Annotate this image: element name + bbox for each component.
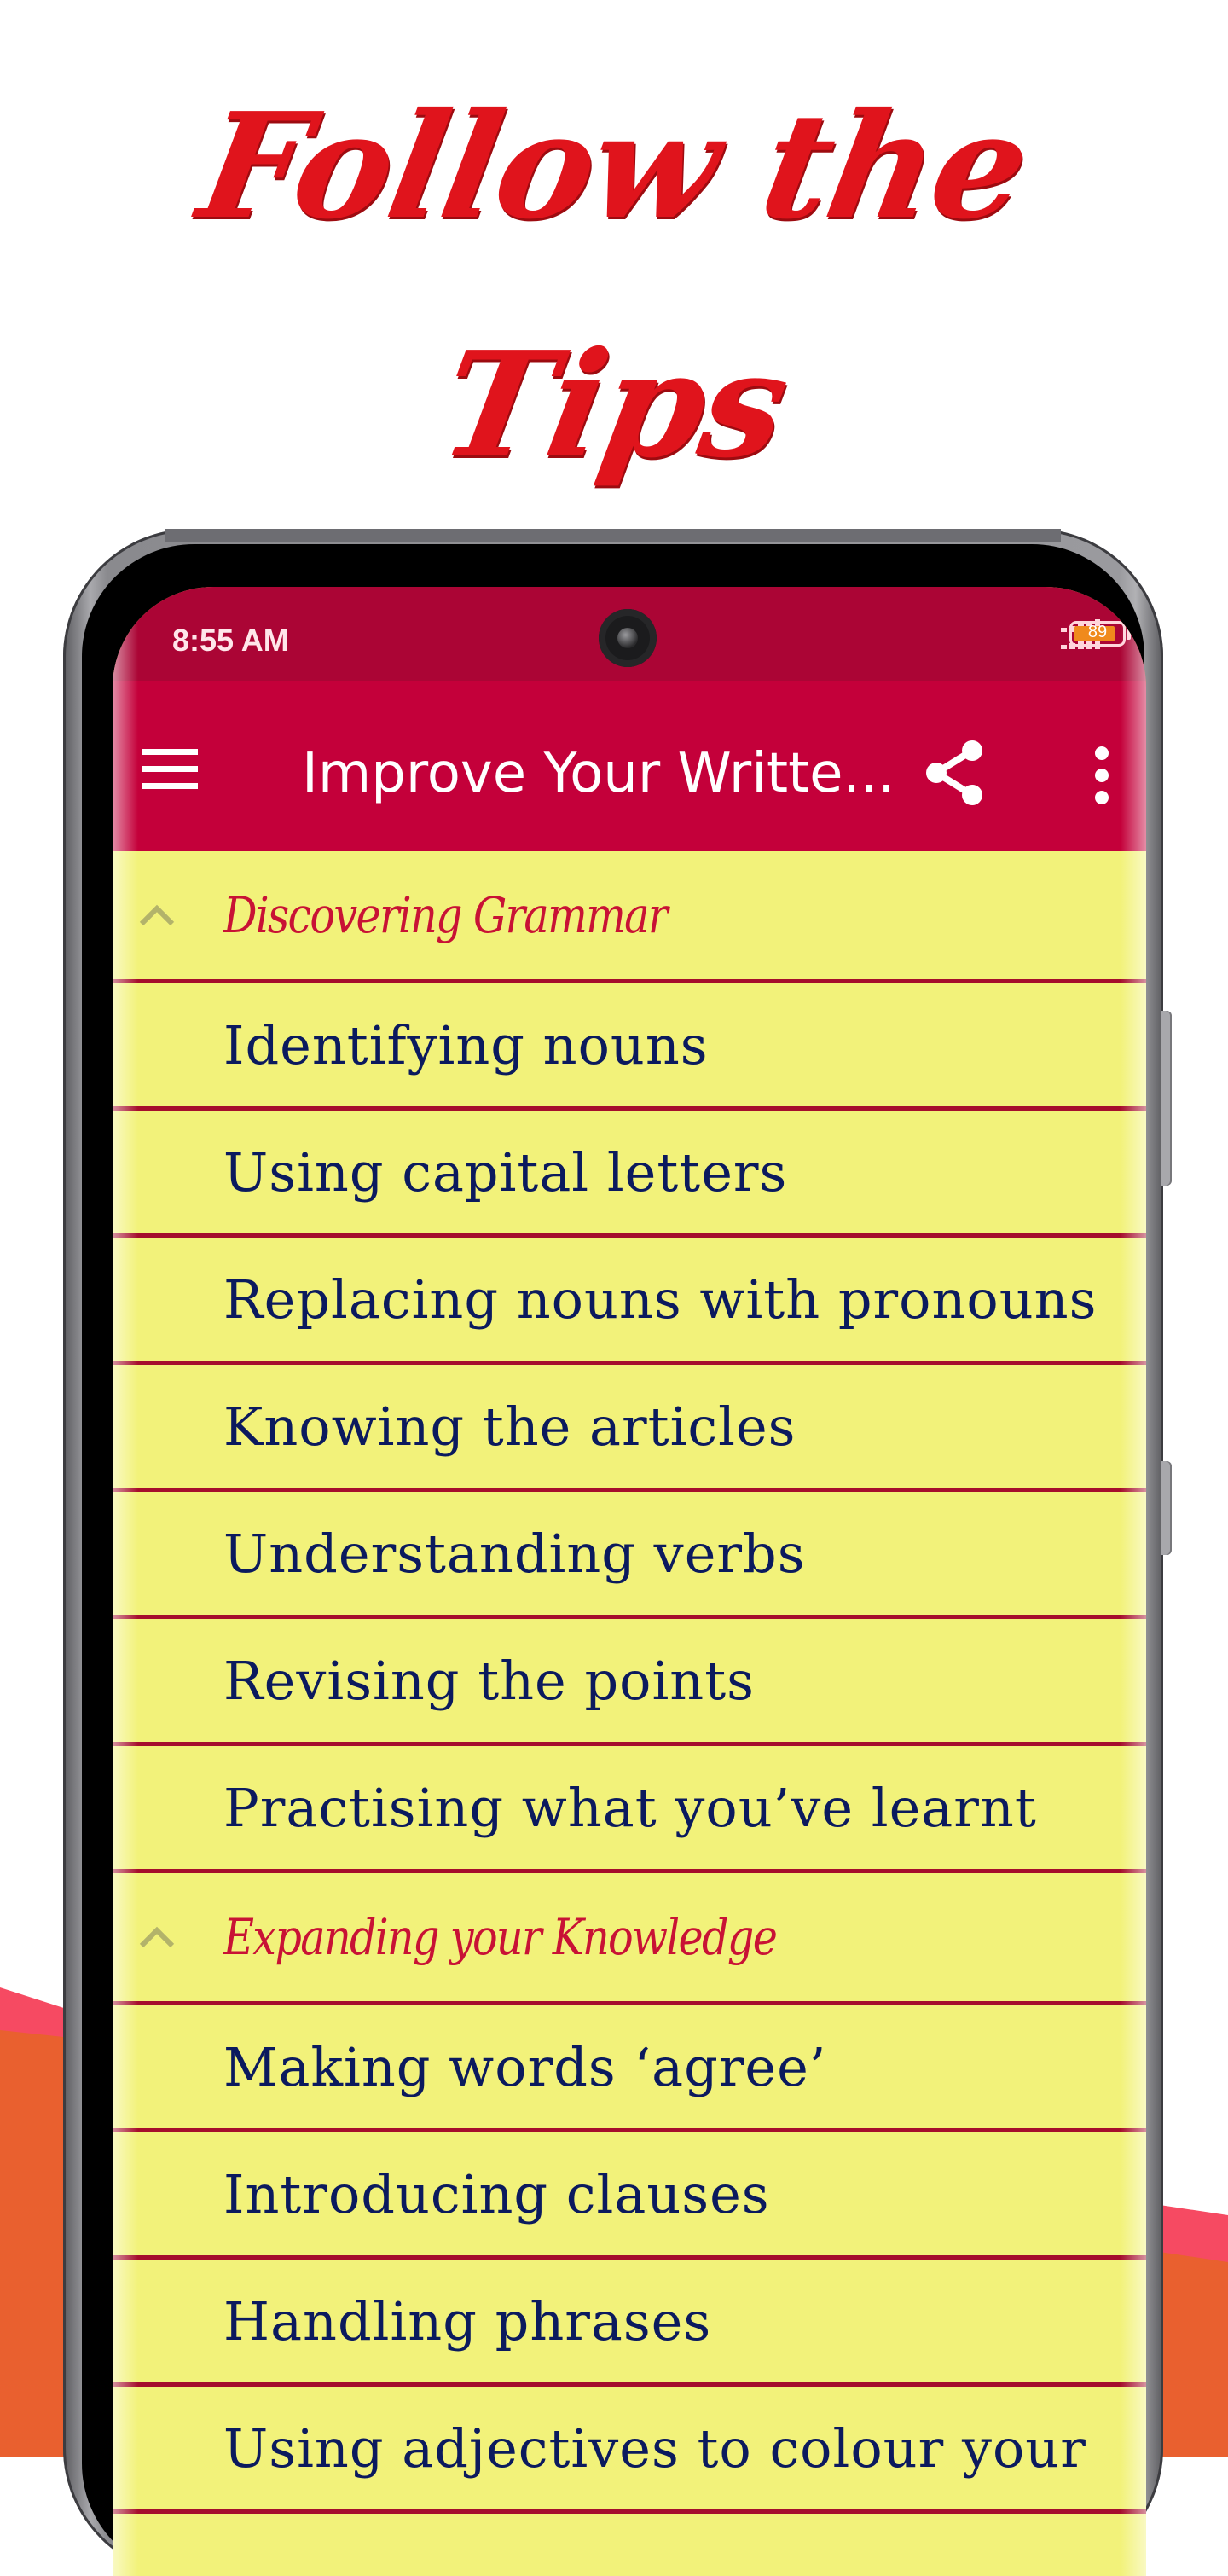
list-item[interactable]: Practising what you’ve learnt <box>113 1746 1146 1873</box>
list-item[interactable]: Revising the points <box>113 1619 1146 1746</box>
section-header[interactable]: Expanding your Knowledge <box>113 1873 1146 2005</box>
list-item-label: Using adjectives to colour your <box>223 2416 1086 2480</box>
list-item-label: Replacing nouns with pronouns <box>223 1268 1098 1331</box>
list-item[interactable]: Introducing clauses <box>113 2132 1146 2260</box>
app-bar: Improve Your Writte... <box>113 681 1146 851</box>
battery-icon: 89 <box>1069 621 1126 647</box>
phone-frame: 8:55 AM 89 Improve Your Writte... Discov… <box>63 529 1172 2576</box>
list-item[interactable]: Knowing the articles <box>113 1365 1146 1492</box>
promo-headline-line1: Follow the <box>188 81 1040 252</box>
list-item-label: Handling phrases <box>223 2289 712 2353</box>
more-vertical-icon[interactable] <box>1093 746 1110 805</box>
list-item-label: Identifying nouns <box>223 1013 709 1076</box>
chevron-up-icon[interactable] <box>138 903 176 927</box>
list-item[interactable]: Using capital letters <box>113 1111 1146 1238</box>
volume-button <box>1161 1011 1172 1186</box>
list-item-label: Revising the points <box>223 1649 755 1712</box>
list-item[interactable]: Understanding verbs <box>113 1492 1146 1619</box>
list-item[interactable]: Using adjectives to colour your <box>113 2387 1146 2514</box>
status-time: 8:55 AM <box>172 623 289 658</box>
list-item-label: Making words ‘agree’ <box>223 2035 827 2098</box>
promo-headline-line2: Tips <box>429 320 799 490</box>
front-camera <box>599 609 657 667</box>
list-item[interactable]: Identifying nouns <box>113 983 1146 1111</box>
section-header[interactable]: Discovering Grammar <box>113 851 1146 983</box>
list-item-label: Practising what you’ve learnt <box>223 1776 1037 1839</box>
phone-top-edge <box>165 529 1061 542</box>
list-item[interactable]: Handling phrases <box>113 2260 1146 2387</box>
expandable-list: Discovering Grammar Identifying nouns Usin… <box>113 851 1146 2514</box>
chevron-up-icon[interactable] <box>138 1925 176 1949</box>
status-bar: 8:55 AM 89 <box>113 587 1146 681</box>
bg-orange-band-right <box>1160 2252 1228 2457</box>
section-title: Expanding your Knowledge <box>223 1908 778 1966</box>
list-item[interactable]: Making words ‘agree’ <box>113 2005 1146 2132</box>
share-icon[interactable] <box>924 739 986 807</box>
list-item-label: Using capital letters <box>223 1140 788 1204</box>
list-item-label: Introducing clauses <box>223 2162 770 2225</box>
section-title: Discovering Grammar <box>223 886 668 944</box>
power-button <box>1161 1461 1172 1555</box>
list-item[interactable]: Replacing nouns with pronouns <box>113 1238 1146 1365</box>
battery-level: 89 <box>1087 623 1108 641</box>
app-title: Improve Your Writte... <box>302 742 895 805</box>
hamburger-menu-icon[interactable] <box>142 749 198 790</box>
phone-bezel: 8:55 AM 89 Improve Your Writte... Discov… <box>82 544 1146 2576</box>
list-item-label: Understanding verbs <box>223 1522 806 1585</box>
phone-screen: 8:55 AM 89 Improve Your Writte... Discov… <box>113 587 1146 2576</box>
battery-tip <box>1127 628 1131 640</box>
list-item-label: Knowing the articles <box>223 1395 796 1458</box>
